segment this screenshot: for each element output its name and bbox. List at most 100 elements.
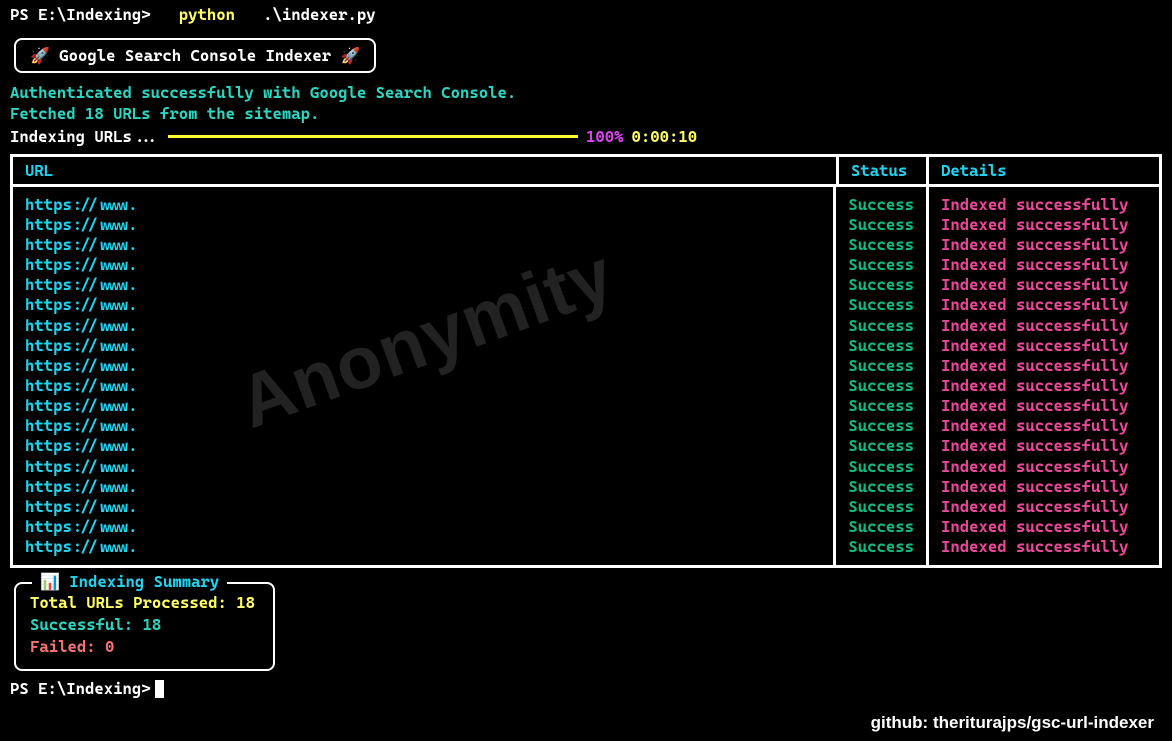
table-row: https://www. Success Indexed successfully bbox=[13, 255, 1159, 275]
row-status: Success bbox=[848, 436, 914, 455]
row-url: https://www. bbox=[25, 477, 138, 496]
table-row: https://www. Success Indexed successfully bbox=[13, 316, 1159, 336]
row-url: https://www. bbox=[25, 235, 138, 254]
row-url: https://www. bbox=[25, 195, 138, 214]
summary-success: Successful: 18 bbox=[30, 614, 255, 636]
cursor-icon bbox=[155, 680, 164, 698]
command-python: python bbox=[179, 5, 235, 24]
row-status: Success bbox=[848, 255, 914, 274]
row-status: Success bbox=[848, 316, 914, 335]
table-row: https://www. Success Indexed successfully bbox=[13, 416, 1159, 436]
command-arg: .\indexer.py bbox=[263, 5, 376, 24]
row-status: Success bbox=[848, 497, 914, 516]
row-details: Indexed successfully bbox=[941, 416, 1129, 435]
row-details: Indexed successfully bbox=[941, 477, 1129, 496]
row-details: Indexed successfully bbox=[941, 497, 1129, 516]
row-url: https://www. bbox=[25, 436, 138, 455]
row-url: https://www. bbox=[25, 295, 138, 314]
row-details: Indexed successfully bbox=[941, 195, 1129, 214]
row-status: Success bbox=[848, 275, 914, 294]
row-status: Success bbox=[848, 235, 914, 254]
row-details: Indexed successfully bbox=[941, 235, 1129, 254]
row-details: Indexed successfully bbox=[941, 517, 1129, 536]
row-details: Indexed successfully bbox=[941, 457, 1129, 476]
row-details: Indexed successfully bbox=[941, 376, 1129, 395]
auth-message-1: Authenticated successfully with Google S… bbox=[10, 83, 1162, 104]
table-row: https://www. Success Indexed successfully bbox=[13, 477, 1159, 497]
row-url: https://www. bbox=[25, 336, 138, 355]
row-status: Success bbox=[848, 416, 914, 435]
rocket-icon: 🚀 bbox=[341, 46, 361, 65]
table-row: https://www. Success Indexed successfully bbox=[13, 537, 1159, 565]
row-details: Indexed successfully bbox=[941, 537, 1129, 556]
row-url: https://www. bbox=[25, 457, 138, 476]
table-row: https://www. Success Indexed successfully bbox=[13, 457, 1159, 477]
table-row: https://www. Success Indexed successfully bbox=[13, 235, 1159, 255]
row-details: Indexed successfully bbox=[941, 316, 1129, 335]
progress-line: Indexing URLs... 100% 0:00:10 bbox=[10, 127, 1162, 146]
row-url: https://www. bbox=[25, 215, 138, 234]
rocket-icon: 🚀 bbox=[30, 46, 50, 65]
row-url: https://www. bbox=[25, 255, 138, 274]
table-row: https://www.SuccessIndexed successfully bbox=[13, 356, 1159, 376]
row-details: Indexed successfully bbox=[941, 396, 1129, 415]
table-row: https://www. Success Indexed successfully bbox=[13, 215, 1159, 235]
row-status: Success bbox=[848, 537, 914, 556]
table-row: https://www. Success Indexed successfully bbox=[13, 275, 1159, 295]
row-status: Success bbox=[848, 356, 914, 375]
command-prompt-line: PS E:\Indexing> python .\indexer.py bbox=[10, 5, 1162, 24]
results-table: URL Status Details Anonymity https://www… bbox=[10, 154, 1162, 569]
final-prompt-prefix: PS E:\Indexing> bbox=[10, 679, 151, 698]
header-details: Details bbox=[941, 161, 1007, 180]
row-status: Success bbox=[848, 336, 914, 355]
table-row: https://www. Success Indexed successfully bbox=[13, 517, 1159, 537]
row-status: Success bbox=[848, 477, 914, 496]
row-status: Success bbox=[848, 195, 914, 214]
table-row: https://www. Success Indexed successfully bbox=[13, 187, 1159, 215]
summary-total: Total URLs Processed: 18 bbox=[30, 592, 255, 614]
github-credit: github: theriturajps/gsc-url-indexer bbox=[871, 713, 1154, 733]
row-url: https://www. bbox=[25, 497, 138, 516]
table-row: https://www. Success Indexed successfully bbox=[13, 376, 1159, 396]
row-details: Indexed successfully bbox=[941, 436, 1129, 455]
row-status: Success bbox=[848, 396, 914, 415]
header-status: Status bbox=[851, 161, 907, 180]
progress-bar bbox=[168, 135, 578, 138]
row-url: https://www. bbox=[25, 416, 138, 435]
table-row: https://www. Success Indexed successfully bbox=[13, 497, 1159, 517]
row-status: Success bbox=[848, 215, 914, 234]
final-prompt-line[interactable]: PS E:\Indexing> bbox=[10, 679, 1162, 698]
progress-time: 0:00:10 bbox=[632, 127, 698, 146]
row-details: Indexed successfully bbox=[941, 275, 1129, 294]
table-header-row: URL Status Details bbox=[13, 157, 1159, 187]
table-body: Anonymity https://www.SuccessIndexed suc… bbox=[13, 187, 1159, 566]
chart-icon: 📊 bbox=[40, 572, 60, 591]
progress-label: Indexing URLs... bbox=[10, 127, 160, 146]
table-row: https://www. Success Indexed successfully bbox=[13, 295, 1159, 315]
row-details: Indexed successfully bbox=[941, 356, 1129, 375]
row-details: Indexed successfully bbox=[941, 215, 1129, 234]
table-row: https://www. Success Indexed successfully bbox=[13, 396, 1159, 416]
row-details: Indexed successfully bbox=[941, 336, 1129, 355]
row-status: Success bbox=[848, 295, 914, 314]
row-status: Success bbox=[848, 376, 914, 395]
header-url: URL bbox=[25, 161, 53, 180]
row-url: https://www. bbox=[25, 275, 138, 294]
row-url: https://www. bbox=[25, 396, 138, 415]
summary-failed: Failed: 0 bbox=[30, 636, 255, 658]
row-details: Indexed successfully bbox=[941, 295, 1129, 314]
ps-prompt-prefix: PS E:\Indexing> bbox=[10, 5, 151, 24]
progress-percent: 100% bbox=[586, 127, 624, 146]
app-title: Google Search Console Indexer bbox=[59, 46, 331, 65]
row-url: https://www. bbox=[25, 537, 138, 556]
row-url: https://www. bbox=[25, 316, 138, 335]
row-url: https://www. bbox=[25, 376, 138, 395]
summary-box: 📊 Indexing Summary Total URLs Processed:… bbox=[14, 582, 275, 671]
row-url: https://www. bbox=[25, 517, 138, 536]
row-details: Indexed successfully bbox=[941, 255, 1129, 274]
row-status: Success bbox=[848, 457, 914, 476]
row-status: Success bbox=[848, 517, 914, 536]
table-row: https://www. Success Indexed successfully bbox=[13, 436, 1159, 456]
auth-message-2: Fetched 18 URLs from the sitemap. bbox=[10, 104, 1162, 125]
summary-title: Indexing Summary bbox=[69, 572, 219, 591]
